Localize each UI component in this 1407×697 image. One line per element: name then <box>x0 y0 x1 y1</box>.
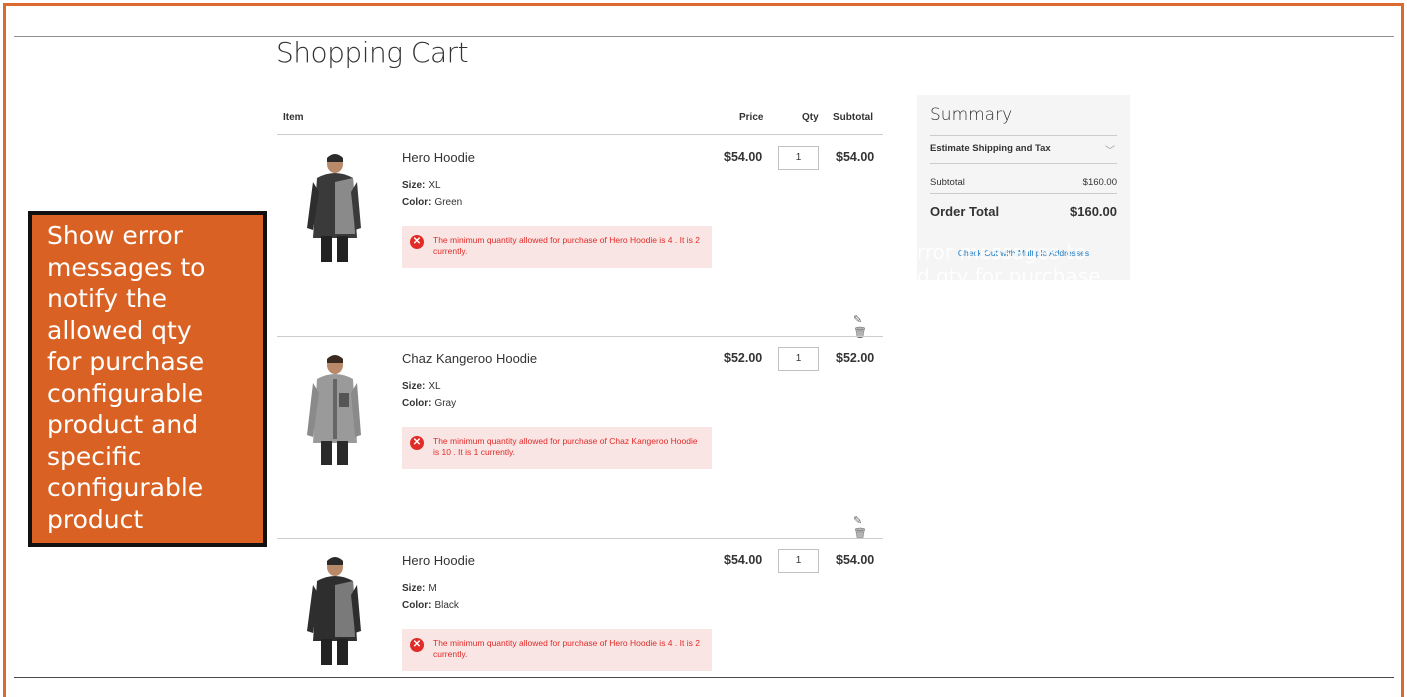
summary-subtotal: Subtotal $160.00 <box>930 177 1117 188</box>
option-size-label: Size: <box>402 180 426 191</box>
callout-line: configurable <box>47 473 204 502</box>
estimate-shipping-toggle[interactable]: Estimate Shipping and Tax ﹀ <box>930 143 1117 157</box>
summary-title: Summary <box>930 105 1013 125</box>
error-text: The minimum quantity allowed for purchas… <box>433 638 700 659</box>
estimate-shipping-label: Estimate Shipping and Tax <box>930 143 1051 154</box>
header-divider <box>14 36 1394 37</box>
option-color-value: Gray <box>434 398 457 409</box>
option-size-value: M <box>428 583 437 594</box>
callout-line: for purchase <box>47 347 205 376</box>
product-name[interactable]: Chaz Kangeroo Hoodie <box>402 351 537 366</box>
column-header-price: Price <box>739 112 764 123</box>
annotation-callout: Show error messages to notify the allowe… <box>28 211 267 547</box>
qty-input[interactable]: 1 <box>778 549 819 573</box>
option-size-label: Size: <box>402 583 426 594</box>
cart-item-row: Chaz Kangeroo Hoodie Size: XL Color: Gray … <box>277 337 883 540</box>
page-title: Shopping Cart <box>276 36 469 69</box>
callout-line: configurable <box>47 378 204 408</box>
item-price: $54.00 <box>724 150 763 164</box>
option-size-value: XL <box>428 180 441 191</box>
column-header-qty: Qty <box>802 112 819 123</box>
order-total-value: $160.00 <box>1070 204 1117 219</box>
callout-line: notify the <box>47 284 168 313</box>
product-image[interactable] <box>291 349 377 469</box>
ghost-overlay-text: rror messages to <box>917 240 1087 264</box>
cart-item-row: Hero Hoodie Size: M Color: Black $54.00 1 … <box>277 539 883 679</box>
option-size-label: Size: <box>402 381 426 392</box>
order-total-label: Order Total <box>930 204 1000 219</box>
error-text: The minimum quantity allowed for purchas… <box>433 235 700 256</box>
callout-line: product and <box>47 410 199 439</box>
callout-line: messages to <box>47 252 206 282</box>
item-price: $52.00 <box>724 351 763 365</box>
subtotal-value: $160.00 <box>1082 177 1117 188</box>
pencil-icon[interactable]: ✎ <box>853 515 862 527</box>
option-color: Color: Black <box>402 600 459 611</box>
summary-divider <box>930 163 1117 164</box>
error-x-icon: ✕ <box>410 436 424 450</box>
cart-item-row: Hero Hoodie Size: XL Color: Green $54.00 1… <box>277 136 883 339</box>
error-x-icon: ✕ <box>410 638 424 652</box>
summary-order-total: Order Total $160.00 <box>930 204 1117 219</box>
error-text: The minimum quantity allowed for purchas… <box>433 436 698 457</box>
column-header-subtotal: Subtotal <box>833 112 873 123</box>
pencil-icon[interactable]: ✎ <box>853 314 862 326</box>
qty-input[interactable]: 1 <box>778 146 819 170</box>
option-color-label: Color: <box>402 197 432 208</box>
product-name[interactable]: Hero Hoodie <box>402 150 475 165</box>
callout-line: product <box>47 504 144 534</box>
summary-divider <box>930 135 1117 136</box>
chevron-down-icon: ﹀ <box>1105 146 1115 157</box>
option-color-label: Color: <box>402 398 432 409</box>
option-size: Size: XL <box>402 381 441 392</box>
option-size: Size: XL <box>402 180 441 191</box>
error-message: ✕ The minimum quantity allowed for purch… <box>402 629 712 671</box>
product-image[interactable] <box>291 148 377 268</box>
callout-line: specific <box>47 441 142 471</box>
error-x-icon: ✕ <box>410 235 424 249</box>
error-message: ✕ The minimum quantity allowed for purch… <box>402 427 712 469</box>
product-image[interactable] <box>291 551 377 671</box>
callout-line: allowed qty <box>47 315 192 345</box>
option-color-value: Green <box>434 197 463 208</box>
option-color-value: Black <box>434 600 459 611</box>
item-actions: ✎🗑 <box>841 514 883 540</box>
option-color: Color: Gray <box>402 398 456 409</box>
option-size: Size: M <box>402 583 437 594</box>
column-header-item: Item <box>283 112 304 123</box>
option-size-value: XL <box>428 381 441 392</box>
error-message: ✕ The minimum quantity allowed for purch… <box>402 226 712 268</box>
subtotal-label: Subtotal <box>930 177 965 188</box>
cart-table-header: Item Price Qty Subtotal <box>277 100 883 135</box>
option-color-label: Color: <box>402 600 432 611</box>
option-color: Color: Green <box>402 197 462 208</box>
item-price: $54.00 <box>724 553 763 567</box>
qty-input[interactable]: 1 <box>778 347 819 371</box>
item-subtotal: $54.00 <box>836 553 875 567</box>
item-subtotal: $54.00 <box>836 150 875 164</box>
ghost-overlay-text: d qty for purchase <box>917 264 1101 280</box>
item-subtotal: $52.00 <box>836 351 875 365</box>
product-name[interactable]: Hero Hoodie <box>402 553 475 568</box>
callout-line: Show error <box>47 221 183 250</box>
summary-divider <box>930 193 1117 194</box>
callout-text: Show error messages to notify the allowe… <box>47 220 251 535</box>
